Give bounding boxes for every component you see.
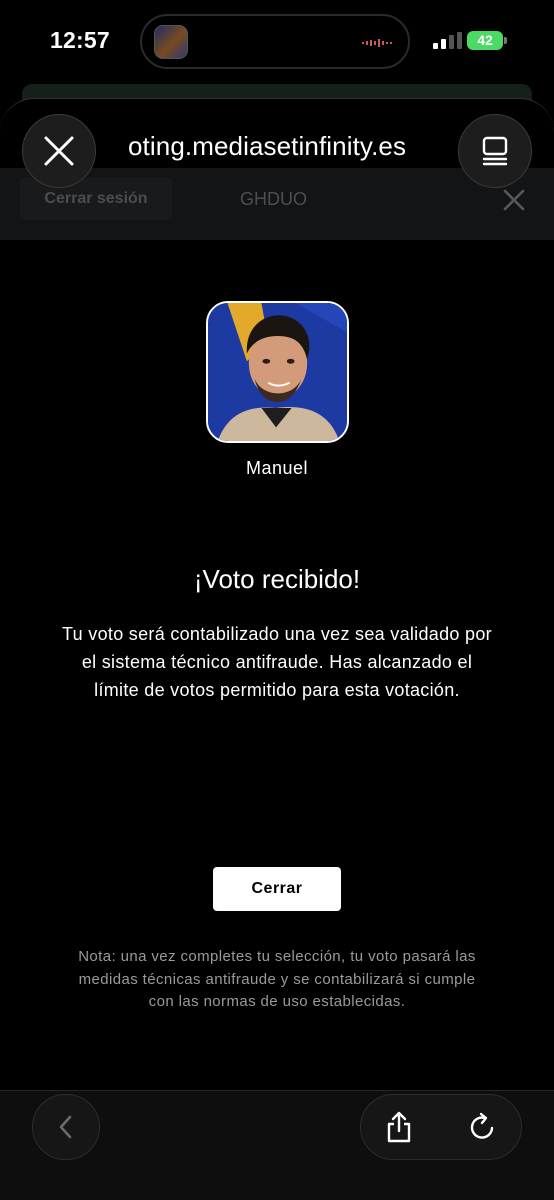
dynamic-island[interactable]: [140, 14, 410, 69]
candidate-photo: [206, 301, 349, 443]
battery-tip: [504, 37, 507, 44]
site-close-icon[interactable]: [500, 186, 528, 214]
antifraud-note: Nota: una vez completes tu selección, tu…: [78, 948, 476, 1010]
cellular-signal-icon: [433, 32, 462, 49]
share-icon: [387, 1111, 411, 1143]
tabs-button[interactable]: [458, 114, 532, 188]
candidate-name: Manuel: [245, 458, 309, 478]
share-button[interactable]: [376, 1104, 422, 1150]
tabs-icon: [482, 136, 508, 166]
status-time: 12:57: [50, 27, 110, 53]
battery-indicator: 42: [467, 31, 503, 50]
battery-level: 42: [477, 32, 493, 48]
close-button[interactable]: Cerrar: [213, 867, 341, 911]
audio-wave-icon: [362, 39, 392, 47]
vote-confirmation-title: ¡Voto recibido!: [193, 564, 361, 594]
now-playing-app-icon[interactable]: [154, 25, 188, 59]
chevron-left-icon: [59, 1115, 72, 1139]
vote-confirmation-message: Tu voto será contabilizado una vez sea v…: [62, 624, 492, 700]
status-bar: 12:57 42: [0, 0, 554, 84]
back-button[interactable]: [32, 1094, 100, 1160]
user-code: GHDUO: [240, 189, 307, 209]
close-browser-button[interactable]: [22, 114, 96, 188]
reload-icon: [470, 1112, 494, 1139]
close-icon: [44, 136, 74, 166]
reload-button[interactable]: [460, 1104, 506, 1150]
url-label[interactable]: oting.mediasetinfinity.es: [128, 131, 406, 162]
